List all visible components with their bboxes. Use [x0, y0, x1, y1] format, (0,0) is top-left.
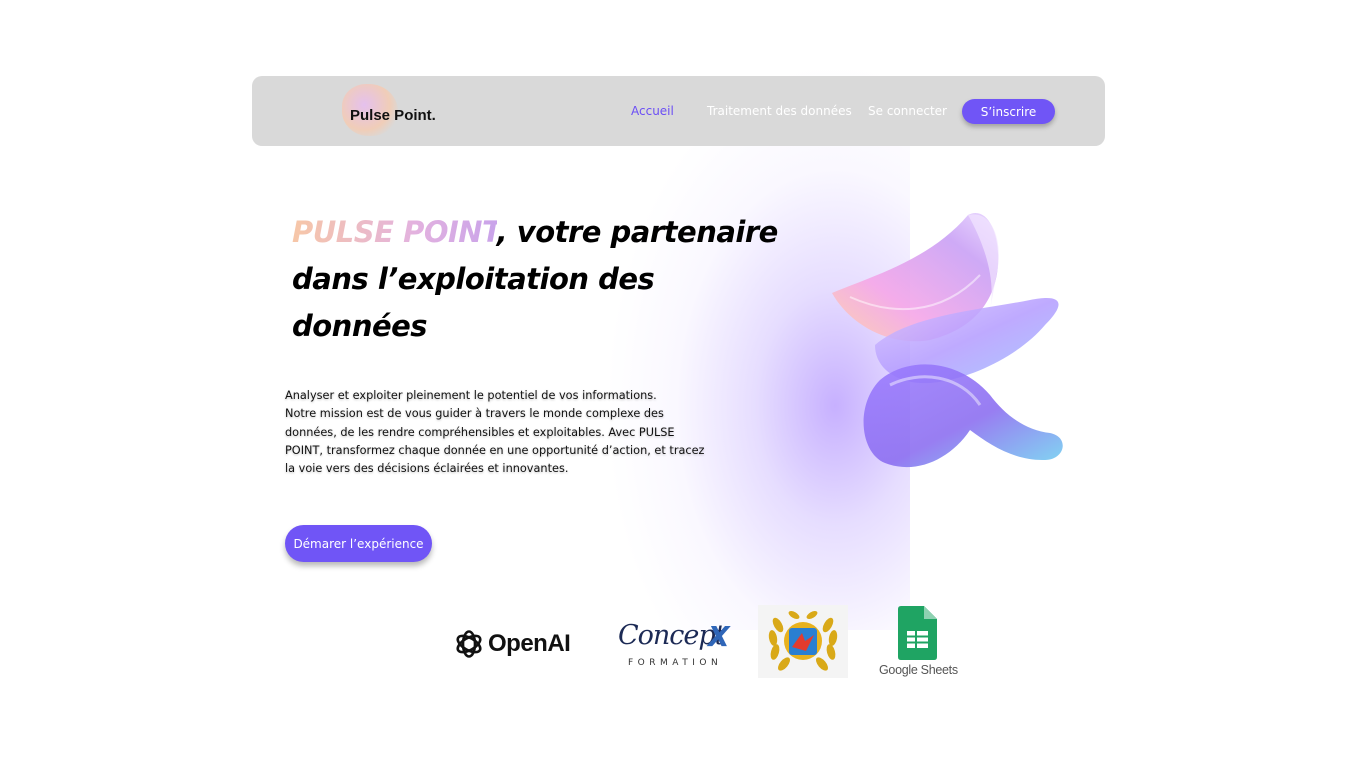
hero-description: Analyser et exploiter pleinement le pote… — [285, 387, 745, 478]
laurel-badge-logo: B — [758, 605, 848, 678]
formation-label: FORMATION — [628, 658, 723, 668]
openai-logo: OpenAI — [453, 628, 571, 660]
navbar: Pulse Point. Accueil Traitement des donn… — [252, 76, 1105, 146]
laurel-badge-icon — [768, 611, 838, 671]
signup-button[interactable]: S’inscrire — [962, 99, 1055, 124]
hero-title-line2: dans l’exploitation des — [292, 262, 655, 296]
concept-x-mark: X — [708, 620, 730, 653]
google-sheets-icon — [898, 606, 937, 660]
description-line: POINT, transformez chaque donnée en une … — [285, 443, 705, 457]
nav-item-se-connecter[interactable]: Se connecter — [868, 104, 947, 118]
concept-x-formation-logo: Concept X FORMATION — [616, 618, 740, 672]
hero-title: PULSE POINT, votre partenaire dans l’exp… — [292, 209, 812, 350]
nav-item-traitement[interactable]: Traitement des données — [707, 104, 852, 118]
start-experience-button[interactable]: Démarer l’expérience — [285, 525, 432, 562]
openai-logo-icon — [456, 630, 482, 658]
google-sheets-label: Google Sheets — [879, 663, 958, 677]
nav-item-accueil[interactable]: Accueil — [631, 104, 674, 118]
hero-title-line1: , votre partenaire — [496, 215, 779, 249]
description-line: la voie vers des décisions éclairées et … — [285, 462, 569, 476]
hero-title-line3: données — [292, 309, 428, 343]
description-line: données, de les rendre compréhensibles e… — [285, 425, 675, 439]
google-sheets-logo: Google Sheets — [876, 605, 960, 680]
brand-logo[interactable]: Pulse Point. — [350, 107, 436, 124]
description-line: Analyser et exploiter pleinement le pote… — [285, 389, 657, 402]
hero-3d-shape-illustration — [832, 213, 1063, 468]
hero-brand-highlight: PULSE POINT — [292, 215, 497, 249]
description-line: Notre mission est de vous guider à trave… — [285, 407, 664, 421]
openai-wordmark: OpenAI — [488, 630, 571, 657]
